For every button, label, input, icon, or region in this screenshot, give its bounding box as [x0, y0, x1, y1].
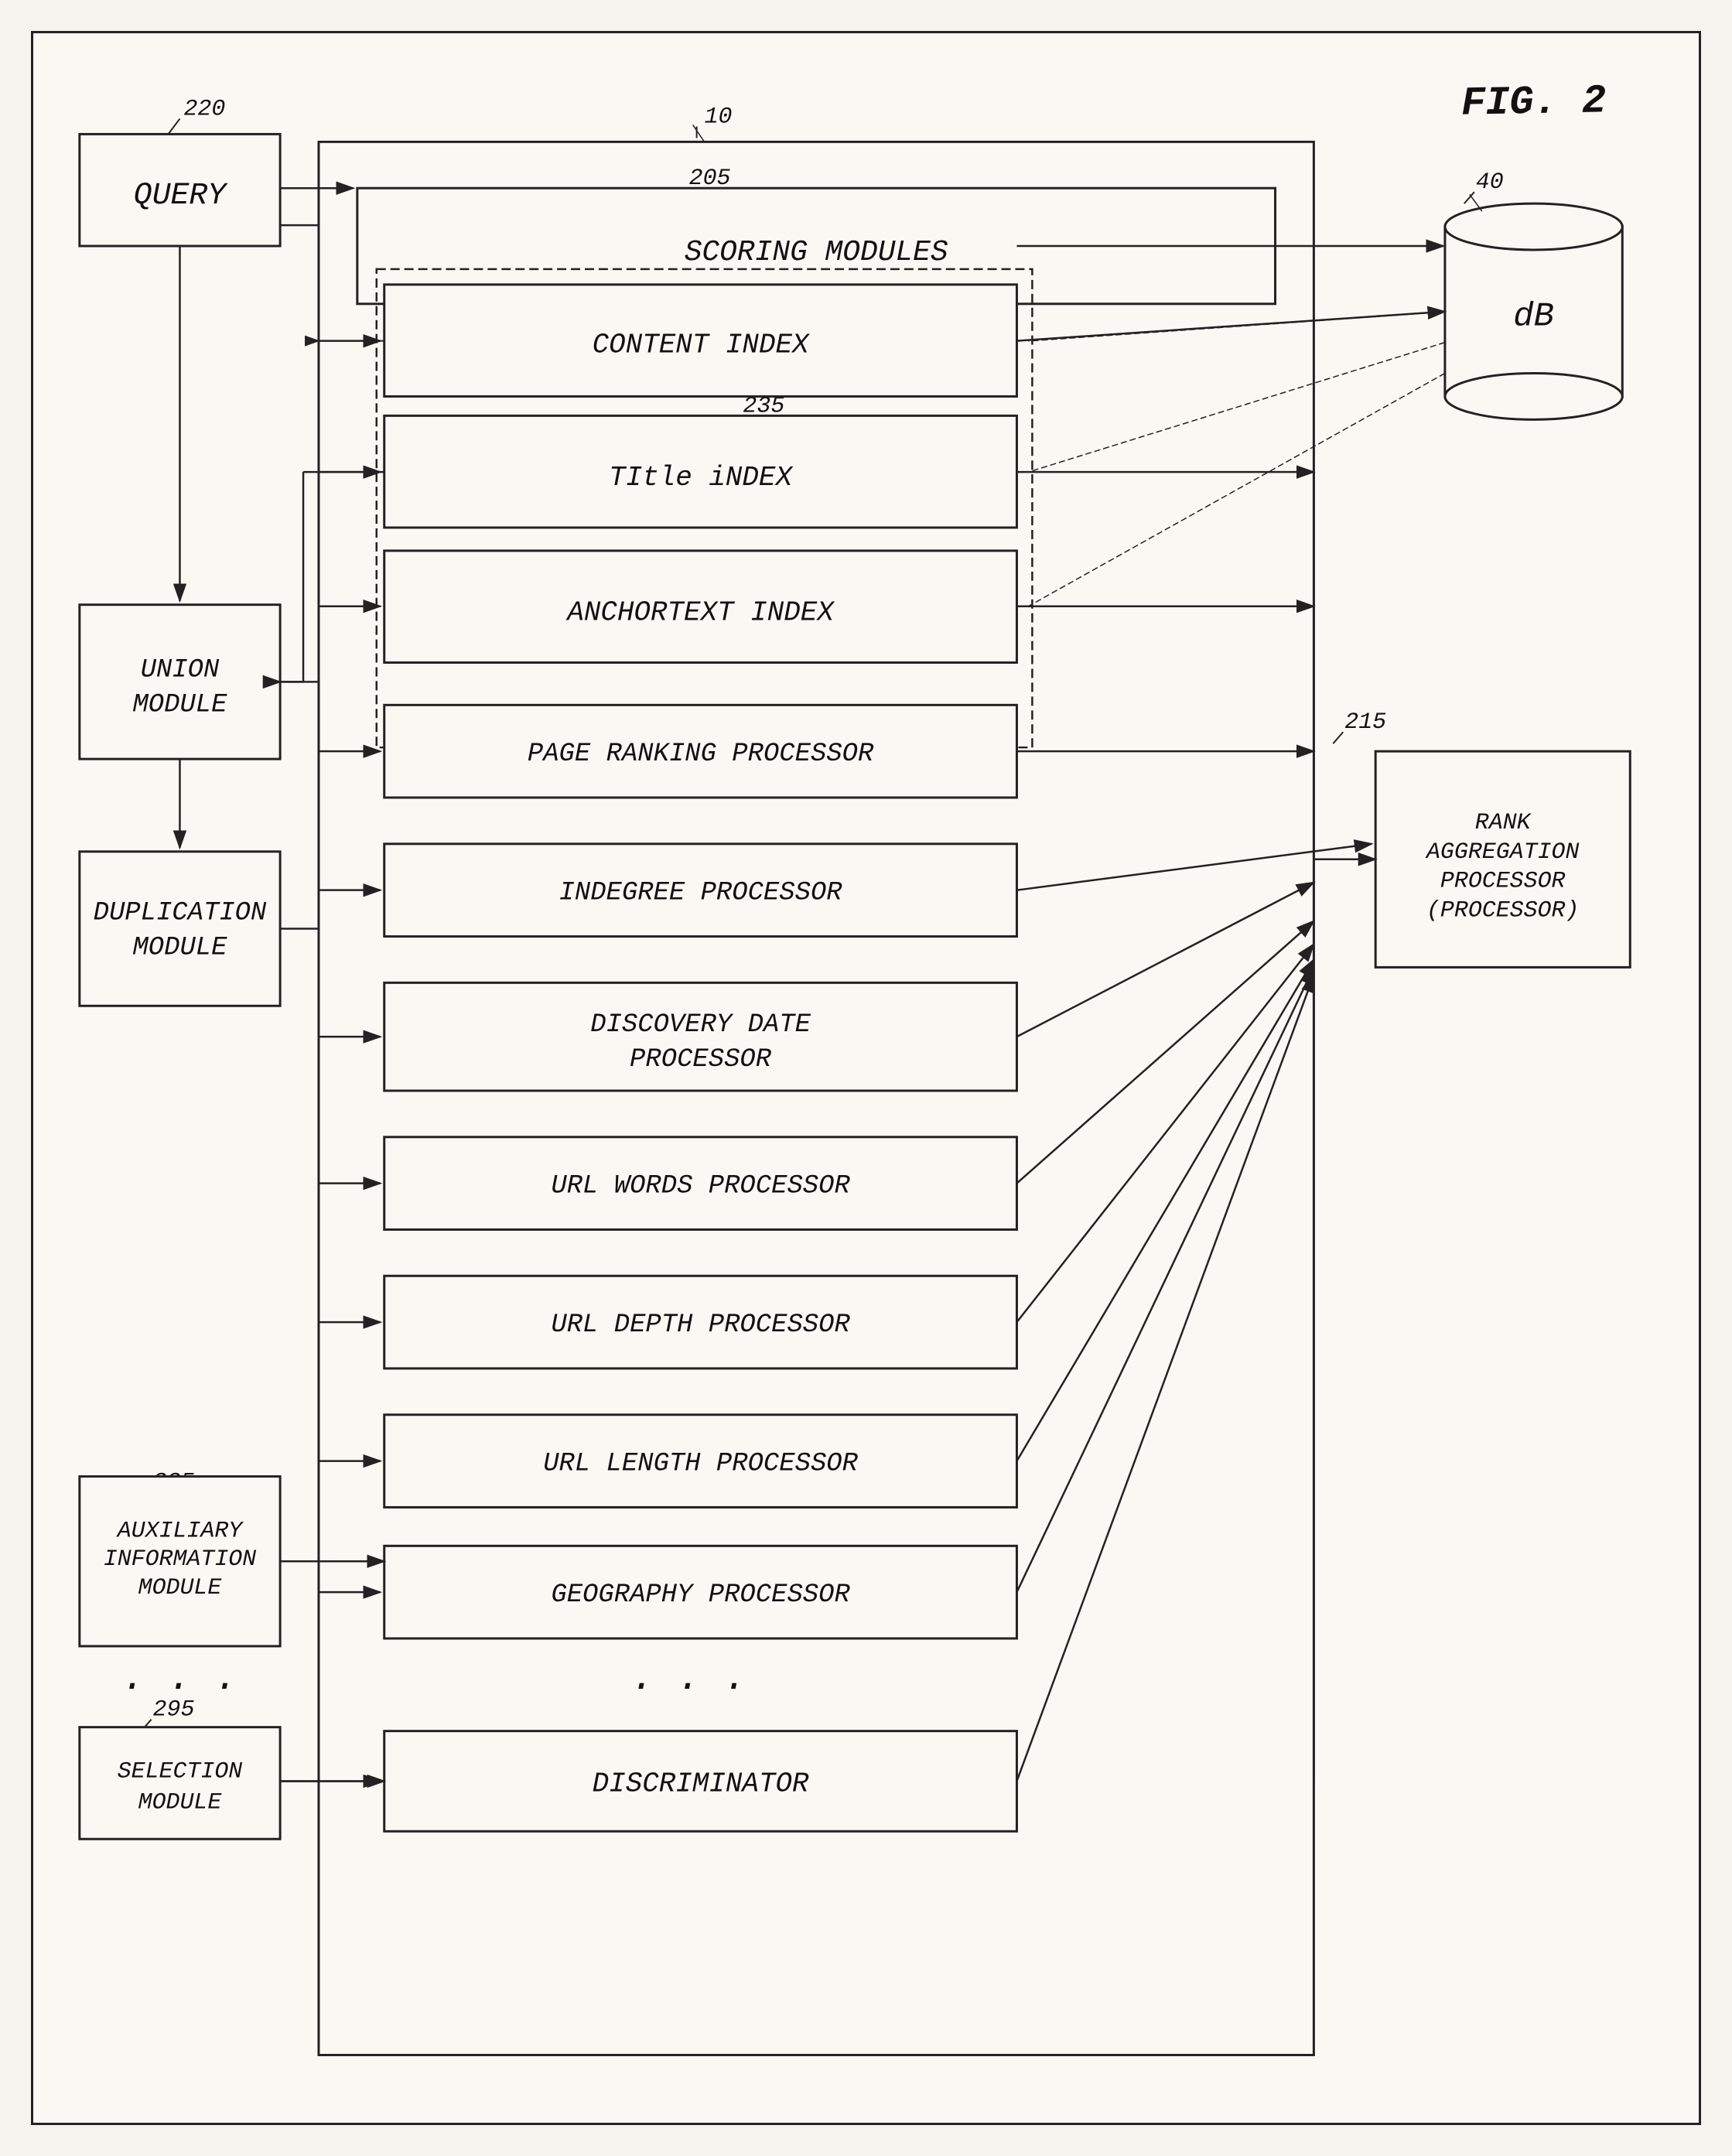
svg-text:10: 10: [705, 103, 733, 129]
svg-text:255: 255: [635, 736, 677, 762]
svg-text:URL DEPTH PROCESSOR: URL DEPTH PROCESSOR: [551, 1310, 850, 1340]
figure-label: FIG. 2: [1460, 78, 1606, 126]
svg-text:SCORING MODULES: SCORING MODULES: [685, 236, 948, 269]
svg-text:DISCOVERY DATE: DISCOVERY DATE: [590, 1010, 811, 1040]
svg-text:205: 205: [689, 165, 731, 191]
svg-text:250: 250: [195, 609, 237, 635]
svg-text:290: 290: [639, 1731, 681, 1758]
svg-text:URL LENGTH PROCESSOR: URL LENGTH PROCESSOR: [543, 1450, 858, 1479]
svg-text:270: 270: [639, 1141, 681, 1167]
svg-text:PROCESSOR: PROCESSOR: [630, 1045, 772, 1075]
svg-text:220: 220: [183, 95, 225, 121]
svg-text:UNION: UNION: [141, 655, 220, 685]
svg-text:INDEGREE PROCESSOR: INDEGREE PROCESSOR: [559, 879, 843, 908]
svg-text:MODULE: MODULE: [138, 1574, 223, 1601]
svg-text:URL WORDS PROCESSOR: URL WORDS PROCESSOR: [551, 1172, 850, 1201]
svg-text:215: 215: [1344, 709, 1386, 735]
svg-text:INFORMATION: INFORMATION: [104, 1546, 256, 1572]
svg-text:RANK: RANK: [1475, 809, 1532, 835]
svg-text:dB: dB: [1513, 298, 1554, 337]
svg-text:CONTENT INDEX: CONTENT INDEX: [593, 330, 810, 361]
svg-text:285: 285: [639, 1550, 681, 1576]
svg-text:PAGE RANKING PROCESSOR: PAGE RANKING PROCESSOR: [528, 740, 874, 769]
svg-text:265: 265: [639, 1002, 681, 1028]
svg-text:AGGREGATION: AGGREGATION: [1425, 839, 1579, 865]
svg-text:DUPLICATION: DUPLICATION: [94, 899, 267, 928]
svg-text:MODULE: MODULE: [132, 690, 227, 719]
svg-text:MODULE: MODULE: [132, 933, 227, 962]
svg-text:235: 235: [743, 392, 784, 419]
svg-text:260: 260: [639, 867, 681, 893]
svg-text:275: 275: [639, 1280, 681, 1306]
svg-text:295: 295: [153, 1696, 195, 1723]
svg-text:230: 230: [905, 242, 947, 268]
svg-text:. . .: . . .: [122, 1656, 238, 1700]
svg-text:AUXILIARY: AUXILIARY: [116, 1517, 244, 1543]
svg-text:280: 280: [639, 1419, 681, 1445]
svg-text:TItle iNDEX: TItle iNDEX: [609, 462, 793, 494]
svg-text:. . .: . . .: [631, 1656, 747, 1700]
svg-text:SELECTION: SELECTION: [118, 1758, 243, 1784]
svg-text:QUERY: QUERY: [134, 178, 229, 213]
svg-text:PROCESSOR: PROCESSOR: [1440, 868, 1566, 894]
svg-text:40: 40: [1476, 169, 1504, 195]
svg-text:DISCRIMINATOR: DISCRIMINATOR: [593, 1768, 809, 1799]
svg-text:210: 210: [195, 848, 237, 874]
svg-text:MODULE: MODULE: [138, 1789, 223, 1815]
diagram-container: FIG. 2 10 220 205 230 235 240 245: [31, 31, 1701, 2125]
svg-text:(PROCESSOR): (PROCESSOR): [1426, 897, 1579, 924]
svg-text:245: 245: [620, 609, 661, 635]
svg-text:240: 240: [608, 481, 650, 507]
svg-text:ANCHORTEXT INDEX: ANCHORTEXT INDEX: [565, 597, 835, 629]
svg-text:225: 225: [153, 1469, 195, 1495]
svg-text:GEOGRAPHY PROCESSOR: GEOGRAPHY PROCESSOR: [551, 1580, 850, 1610]
